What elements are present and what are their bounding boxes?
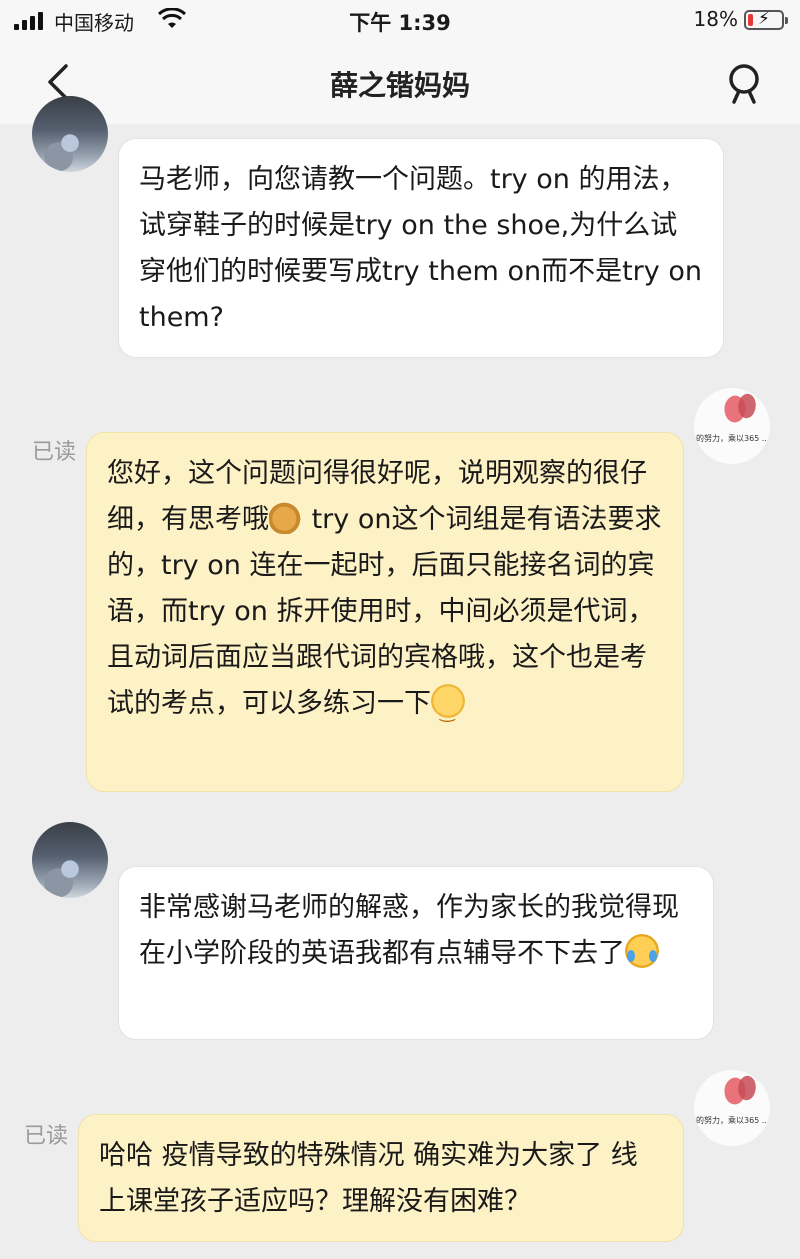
charging-bolt-icon: ⚡ [758,9,770,29]
message-text: 哈哈 疫情导致的特殊情况 确实难为大家了 线上课堂孩子适应吗？理解没有困难？ [99,1140,638,1217]
person-icon[interactable] [724,62,764,106]
avatar-text: 的努力，乘以365 ...明显。 [696,1116,770,1125]
status-bar: 中国移动 下午 1:39 18% ⚡ [0,0,800,42]
clock: 下午 1:39 [349,11,451,35]
battery-percent: 18% [693,7,738,31]
teacher-avatar[interactable]: 的努力，乘以365 ...明显。 [694,388,770,464]
read-status: 已读 [24,1124,69,1149]
message-bubble-outgoing[interactable]: 哈哈 疫情导致的特殊情况 确实难为大家了 线上课堂孩子适应吗？理解没有困难？ [78,1114,684,1242]
chat-title: 薛之锴妈妈 [329,69,470,102]
teacher-avatar[interactable]: 的努力，乘以365 ...明显。 [694,1070,770,1146]
parent-avatar[interactable] [32,822,108,898]
nav-bar: 薛之锴妈妈 [0,42,800,124]
thumbs-up-icon [269,500,303,534]
battery-icon: ⚡ [744,9,788,30]
message-bubble-incoming[interactable]: 非常感谢马老师的解惑，作为家长的我觉得现在小学阶段的英语我都有点辅导不下去了 [118,866,714,1040]
avatar-text: 的努力，乘以365 ...明显。 [696,434,770,443]
parent-avatar[interactable] [32,96,108,172]
read-status: 已读 [32,440,77,465]
message-text-part2: try on这个词组是有语法要求的，try on 连在一起时，后面只能接名词的宾… [107,504,662,719]
message-bubble-outgoing[interactable]: 您好，这个问题问得很好呢，说明观察的很仔细，有思考哦 try on这个词组是有语… [86,432,684,792]
message-text: 马老师，向您请教一个问题。try on 的用法，试穿鞋子的时候是try on t… [139,164,702,333]
message-text: 非常感谢马老师的解惑，作为家长的我觉得现在小学阶段的英语我都有点辅导不下去了 [139,892,679,969]
tears-of-joy-icon [625,934,659,968]
message-bubble-incoming[interactable]: 马老师，向您请教一个问题。try on 的用法，试穿鞋子的时候是try on t… [118,138,724,358]
smile-icon [431,684,465,736]
